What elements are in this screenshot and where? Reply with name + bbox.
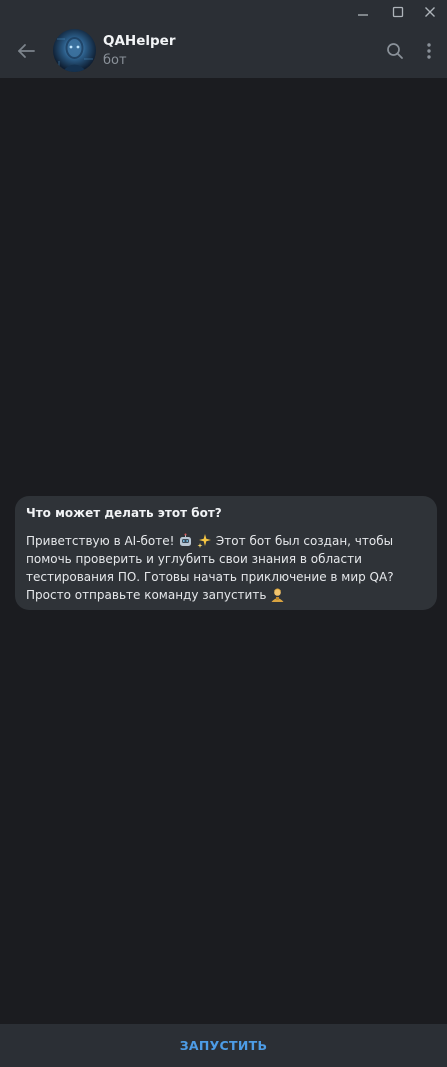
search-icon[interactable] — [381, 37, 409, 65]
bot-description-title: Что может делать этот бот? — [26, 506, 222, 520]
maximize-icon[interactable] — [381, 0, 415, 24]
person-emoji — [271, 588, 284, 602]
sparkles-emoji — [197, 534, 212, 548]
chat-title[interactable]: QAHelper — [103, 33, 175, 49]
bot-description-line: Приветствую в AI-боте! Этот бот был созд… — [26, 532, 426, 550]
chat-header: QAHelper бот — [0, 24, 447, 78]
window-titlebar — [0, 0, 447, 24]
intro-text: Просто отправьте команду запустить — [26, 588, 271, 602]
avatar[interactable] — [53, 29, 96, 72]
bot-description-line: Просто отправьте команду запустить — [26, 586, 426, 604]
back-arrow-icon[interactable] — [12, 37, 40, 65]
robot-emoji — [180, 533, 192, 546]
bot-description-line: тестирования ПО. Готовы начать приключен… — [26, 570, 394, 584]
minimize-icon[interactable] — [346, 0, 380, 24]
bot-description-line: помочь проверить и углубить свои знания … — [26, 552, 362, 566]
close-icon[interactable] — [413, 0, 447, 24]
more-vertical-icon[interactable] — [415, 37, 443, 65]
intro-text: Этот бот был создан, чтобы — [212, 534, 394, 548]
bot-description-bubble: Что может делать этот бот? Приветствую в… — [15, 496, 437, 610]
start-button[interactable]: ЗАПУСТИТЬ — [180, 1038, 268, 1053]
chat-subtitle: бот — [103, 53, 127, 68]
bottom-bar: ЗАПУСТИТЬ — [0, 1024, 447, 1067]
intro-text: Приветствую в AI-боте! — [26, 534, 179, 548]
